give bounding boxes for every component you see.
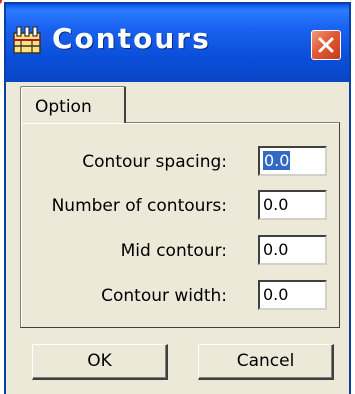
number-of-contours-input[interactable]: 0.0 [258, 190, 327, 220]
mid-contour-label: Mid contour: [120, 241, 227, 261]
contour-spacing-label: Contour spacing: [82, 152, 227, 172]
contours-app-icon [12, 24, 42, 56]
ok-button[interactable]: OK [32, 344, 168, 380]
contour-spacing-value: 0.0 [263, 151, 291, 170]
close-button[interactable] [311, 30, 341, 60]
contour-width-input[interactable]: 0.0 [258, 280, 327, 310]
cancel-button[interactable]: Cancel [198, 344, 334, 380]
tab-option[interactable]: Option [20, 86, 126, 123]
number-of-contours-label: Number of contours: [51, 196, 227, 216]
contours-dialog: Contours Option Contour spacing: 0.0 Num… [4, 2, 351, 394]
mid-contour-input[interactable]: 0.0 [258, 235, 327, 265]
window-corner-accent [0, 0, 2, 4]
close-icon [318, 37, 334, 53]
title-bar[interactable]: Contours [6, 4, 349, 82]
contour-width-label: Contour width: [101, 286, 227, 306]
contour-spacing-input[interactable]: 0.0 [258, 146, 327, 176]
window-title: Contours [52, 22, 211, 55]
tab-option-label: Option [35, 97, 92, 117]
